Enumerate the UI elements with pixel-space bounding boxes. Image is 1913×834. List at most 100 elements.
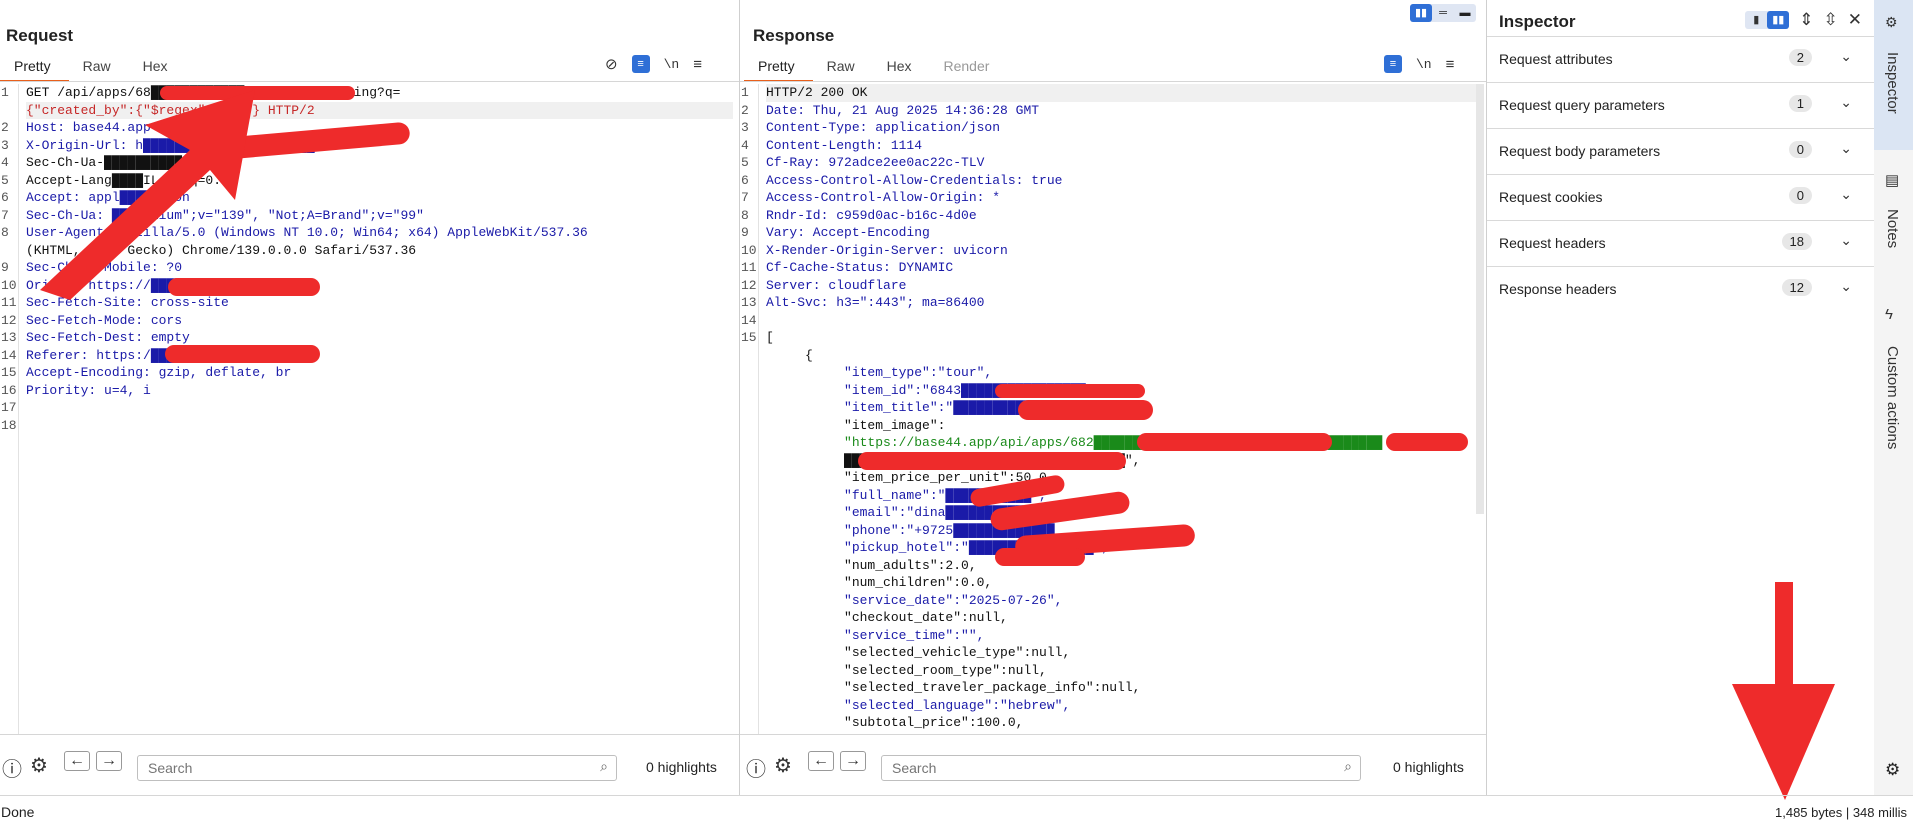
inspector-row[interactable]: Request query parameters 1 ⌄ (1487, 82, 1874, 128)
previous-arrow-icon[interactable]: ← (64, 751, 90, 771)
status-bar: Done 1,485 bytes | 348 millis (0, 795, 1913, 834)
newline-toggle-icon[interactable]: \n (664, 57, 680, 72)
code-line: Cf-Cache-Status: DYNAMIC (766, 260, 954, 275)
line-number: 2 (741, 102, 749, 118)
side-tab-inspector[interactable]: ⚙ Inspector (1874, 0, 1913, 150)
inspector-row[interactable]: Request headers 18 ⌄ (1487, 220, 1874, 266)
response-scrollbar[interactable] (1476, 84, 1484, 514)
inspector-row-count: 2 (1788, 49, 1812, 66)
response-tab-pretty[interactable]: Pretty (744, 56, 813, 82)
next-arrow-icon[interactable]: → (96, 751, 122, 771)
line-number (740, 487, 758, 505)
newline-toggle-icon[interactable]: \n (1416, 57, 1432, 72)
inspector-row-count: 0 (1788, 141, 1812, 158)
code-line: { (766, 347, 813, 363)
request-footer: ⓘ ⚙ ← → ⌕ 0 highlights (0, 734, 739, 795)
code-line: "subtotal_price":100.0, (766, 715, 1024, 730)
split-vertical-icon[interactable]: ▮▮ (1410, 4, 1432, 22)
next-arrow-icon[interactable]: → (840, 751, 866, 771)
search-icon[interactable]: ⌕ (1344, 758, 1352, 775)
chevron-down-icon[interactable]: ⌄ (1840, 278, 1852, 295)
response-size-timing: 1,485 bytes | 348 millis (1775, 805, 1907, 820)
redaction-mark (1386, 433, 1468, 451)
chevron-down-icon[interactable]: ⌄ (1840, 94, 1852, 111)
inspector-row[interactable]: Request cookies 0 ⌄ (1487, 174, 1874, 220)
previous-arrow-icon[interactable]: ← (808, 751, 834, 771)
inspector-row[interactable]: Response headers 12 ⌄ (1487, 266, 1874, 312)
settings-gear-icon[interactable]: ⚙ (30, 753, 48, 778)
line-number: 3 (1, 137, 9, 153)
code-line: "item_type":"tour", (766, 365, 993, 380)
side-tab-notes[interactable]: ▤ Notes (1874, 165, 1913, 265)
chevron-down-icon[interactable]: ⌄ (1840, 140, 1852, 157)
chevron-down-icon[interactable]: ⌄ (1840, 186, 1852, 203)
code-line: Rndr-Id: c959d0ac-b16c-4d0e (766, 207, 977, 223)
response-tab-render[interactable]: Render (930, 56, 1008, 80)
inspector-row[interactable]: Request attributes 2 ⌄ (1487, 36, 1874, 82)
request-pane: Request Pretty Raw Hex ⊘ ≡ \n ≡ 12345678… (0, 0, 740, 795)
word-wrap-icon[interactable]: ≡ (1384, 55, 1402, 73)
collapse-all-icon[interactable]: ⇳ (1824, 10, 1838, 30)
close-icon[interactable]: ✕ (1848, 10, 1862, 30)
line-number: 13 (741, 295, 757, 310)
code-line: "checkout_date":null, (766, 610, 1008, 625)
request-highlights-count: 0 highlights (646, 759, 717, 775)
response-tab-raw[interactable]: Raw (813, 56, 873, 80)
redaction-mark (995, 384, 1145, 398)
code-line: Content-Type: application/json (766, 120, 1001, 135)
layout-right-icon[interactable]: ▮▮ (1767, 11, 1790, 29)
inspector-row[interactable]: Request body parameters 0 ⌄ (1487, 128, 1874, 174)
line-number: 4 (1, 155, 9, 170)
line-number: 11 (1, 295, 17, 310)
line-number: 4 (741, 137, 749, 153)
request-tab-divider (0, 81, 739, 82)
split-horizontal-icon[interactable]: ═ (1432, 4, 1454, 22)
search-icon[interactable]: ⌕ (600, 758, 608, 775)
line-number (740, 452, 758, 470)
response-gutter: 1 2 3 4 5 6 7 8 9 10 11 12 13 14 15 (740, 84, 759, 735)
request-tab-raw[interactable]: Raw (69, 56, 129, 80)
response-tab-hex[interactable]: Hex (873, 56, 930, 80)
help-icon[interactable]: ⓘ (746, 753, 766, 782)
menu-icon[interactable]: ≡ (1446, 56, 1455, 73)
response-tab-divider (740, 81, 1486, 82)
layout-left-icon[interactable]: ▮ (1745, 11, 1767, 29)
word-wrap-icon[interactable]: ≡ (631, 55, 650, 73)
line-number (740, 399, 758, 417)
request-search-input[interactable] (146, 759, 533, 777)
response-footer: ⓘ ⚙ ← → ⌕ 0 highlights (740, 734, 1486, 795)
code-line: HTTP/2 200 OK (766, 84, 1480, 102)
inspector-row-count: 0 (1788, 187, 1812, 204)
settings-gear-icon[interactable]: ⚙ (774, 753, 792, 778)
line-number: 6 (1, 190, 9, 205)
response-tabs: Pretty Raw Hex Render (744, 56, 1007, 82)
line-number (740, 574, 758, 592)
code-line: Accept-Encoding: gzip, deflate, br (26, 365, 292, 380)
notes-icon: ▤ (1885, 172, 1900, 189)
help-icon[interactable]: ⓘ (2, 753, 22, 782)
chevron-down-icon[interactable]: ⌄ (1840, 232, 1852, 249)
response-pane: Response ▮▮ ═ ▬ Pretty Raw Hex Render ≡ … (740, 0, 1487, 795)
line-number (740, 557, 758, 575)
menu-icon[interactable]: ≡ (693, 56, 702, 73)
side-tab-custom-actions[interactable]: ϟ Custom actions (1874, 300, 1913, 470)
code-line: "https://base44.app/api/apps/682████████… (766, 435, 1383, 450)
line-number: 7 (1, 207, 9, 223)
request-tab-pretty[interactable]: Pretty (0, 56, 69, 82)
settings-gear-icon[interactable]: ⚙ (1885, 760, 1900, 780)
line-number: 8 (1, 225, 9, 240)
line-number: 6 (741, 172, 749, 188)
code-line: Access-Control-Allow-Origin: * (766, 190, 1001, 205)
line-number (740, 417, 758, 435)
response-search-input[interactable] (890, 759, 1277, 777)
code-line: Sec-Fetch-Mode: cors (26, 312, 183, 328)
request-tab-hex[interactable]: Hex (129, 56, 186, 80)
line-number (740, 347, 758, 365)
single-pane-icon[interactable]: ▬ (1454, 4, 1476, 22)
chevron-down-icon[interactable]: ⌄ (1840, 48, 1852, 65)
code-line: Priority: u=4, i (26, 382, 151, 398)
code-line: "num_children":0.0, (766, 575, 993, 590)
expand-all-icon[interactable]: ⇕ (1799, 10, 1813, 30)
line-number (740, 434, 758, 452)
hide-eye-icon[interactable]: ⊘ (605, 55, 618, 73)
